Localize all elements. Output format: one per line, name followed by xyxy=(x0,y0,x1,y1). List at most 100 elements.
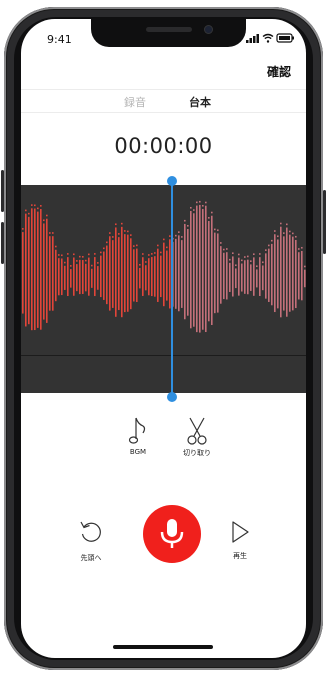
rewind-button[interactable]: 先頭へ xyxy=(73,519,109,563)
waveform-dot xyxy=(73,253,75,256)
music-note-icon xyxy=(128,417,146,444)
waveform-dot xyxy=(244,256,246,258)
waveform-dot xyxy=(118,233,120,235)
playhead-bottom-handle[interactable] xyxy=(167,392,177,402)
home-indicator xyxy=(113,645,213,649)
waveform-dot xyxy=(235,264,237,267)
tab-script[interactable]: 台本 xyxy=(189,94,211,110)
waveform-bar xyxy=(217,233,219,313)
waveform-bar xyxy=(181,240,183,308)
waveform-dot xyxy=(289,230,291,233)
waveform-dot xyxy=(196,201,198,204)
waveform-bar xyxy=(100,255,102,298)
status-time: 9:41 xyxy=(47,33,72,46)
waveform-dot xyxy=(283,232,285,234)
waveform-dot xyxy=(136,244,138,247)
waveform-bar xyxy=(46,218,48,323)
waveform-dot xyxy=(40,205,42,207)
bgm-button[interactable]: BGM xyxy=(123,416,153,456)
waveform-bar xyxy=(130,238,132,310)
waveform-bar xyxy=(49,236,51,311)
waveform-dot xyxy=(55,245,57,248)
waveform-bar xyxy=(214,232,216,314)
waveform-bar xyxy=(205,205,207,333)
power-button xyxy=(323,190,326,254)
waveform-bar xyxy=(193,213,195,327)
waveform-dot xyxy=(256,265,258,268)
waveform-bar xyxy=(253,257,255,296)
play-button[interactable]: 再生 xyxy=(225,519,255,561)
confirm-button[interactable]: 確認 xyxy=(267,63,291,80)
waveform-bar xyxy=(175,238,177,309)
waveform-bar xyxy=(52,236,54,311)
waveform-bar xyxy=(190,210,192,329)
app-screen: 9:41 確認 録音 台本 00:00:00 BGM 切り取り 先頭へ 再生 xyxy=(21,19,306,658)
waveform-dot xyxy=(295,235,297,238)
waveform-dot xyxy=(160,251,162,254)
waveform-bar xyxy=(226,252,228,300)
waveform-bar xyxy=(85,263,87,292)
record-button[interactable] xyxy=(143,505,201,563)
waveform-bar xyxy=(235,268,237,289)
waveform-bar xyxy=(139,267,141,289)
waveform-dot xyxy=(46,214,48,217)
waveform-bar xyxy=(247,259,249,295)
waveform-bar xyxy=(289,234,291,312)
waveform-bar xyxy=(202,208,204,330)
waveform-dot xyxy=(25,209,27,212)
waveform-dot xyxy=(238,253,240,256)
waveform-dot xyxy=(91,264,93,267)
mode-tabs: 録音 台本 xyxy=(21,89,306,113)
waveform-bar xyxy=(70,269,72,288)
waveform-dot xyxy=(268,244,270,247)
waveform-bar xyxy=(148,258,150,296)
waveform-dot xyxy=(64,261,66,264)
waveform-bar xyxy=(178,235,180,312)
waveform-bar xyxy=(256,269,258,288)
waveform-bar xyxy=(286,227,288,317)
waveform-bar xyxy=(115,227,117,317)
waveform-dot xyxy=(31,204,33,206)
waveform-dot xyxy=(166,246,168,249)
waveform-baseline xyxy=(21,355,306,356)
waveform-dot xyxy=(88,253,90,256)
waveform-dot xyxy=(61,254,63,257)
waveform-dot xyxy=(241,259,243,262)
waveform-bar xyxy=(283,236,285,311)
waveform-dot xyxy=(211,211,213,214)
waveform-dot xyxy=(193,209,195,211)
waveform-dot xyxy=(262,261,264,264)
battery-icon xyxy=(276,33,294,43)
waveform-dot xyxy=(133,245,135,247)
waveform-dot xyxy=(34,204,36,207)
waveform-dot xyxy=(52,232,54,234)
waveform-bar xyxy=(124,234,126,313)
waveform-dot xyxy=(253,253,255,255)
playhead-line[interactable] xyxy=(171,181,173,397)
waveform-bar xyxy=(103,251,105,300)
waveform-dot xyxy=(109,232,111,234)
waveform-bar xyxy=(262,265,264,291)
waveform-bar xyxy=(94,257,96,297)
scissors-icon xyxy=(187,417,207,445)
waveform-dot xyxy=(100,251,102,254)
tab-record[interactable]: 録音 xyxy=(124,94,146,110)
waveform-bar xyxy=(268,248,270,302)
waveform-bar xyxy=(73,257,75,296)
playhead-top-handle[interactable] xyxy=(167,176,177,186)
waveform-bar xyxy=(196,205,198,333)
waveform-dot xyxy=(76,260,78,262)
waveform-bar xyxy=(298,252,300,300)
waveform-area[interactable] xyxy=(21,185,306,393)
waveform-bar xyxy=(34,208,36,331)
waveform-bar xyxy=(151,257,153,297)
waveform-dot xyxy=(115,223,117,226)
waveform-dot xyxy=(142,253,144,255)
cut-button[interactable]: 切り取り xyxy=(175,416,219,458)
waveform-dot xyxy=(229,258,231,261)
waveform-bar xyxy=(55,249,57,302)
waveform-dot xyxy=(181,236,183,238)
waveform-bar xyxy=(127,234,129,312)
waveform-dot xyxy=(112,236,114,238)
waveform-bar xyxy=(40,209,42,330)
